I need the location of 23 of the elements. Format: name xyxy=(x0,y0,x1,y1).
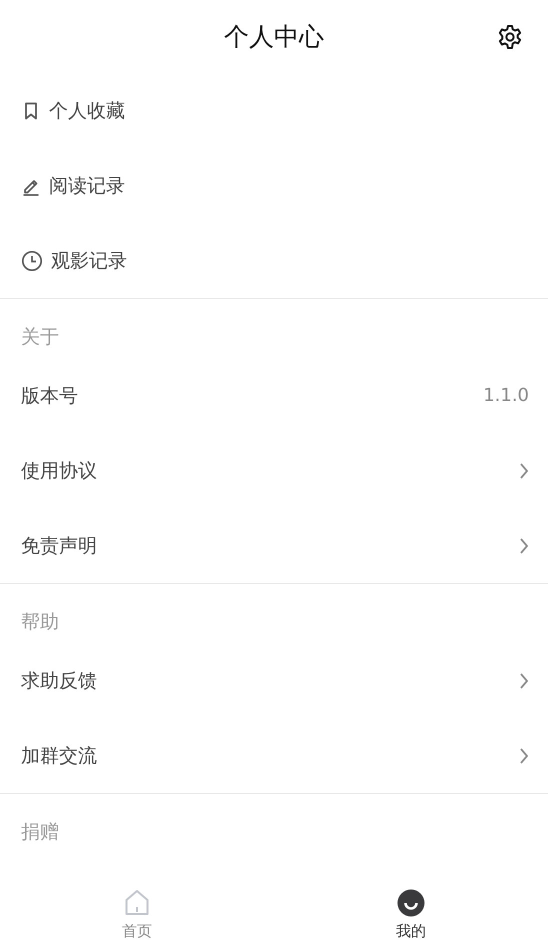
chevron-right-icon xyxy=(519,672,529,690)
settings-item[interactable]: 加群交流 xyxy=(21,718,529,793)
settings-item[interactable]: 版本号 1.1.0 xyxy=(21,358,529,433)
section-title: 帮助 xyxy=(21,610,59,634)
tab-item[interactable]: 首页 xyxy=(0,874,274,946)
page-title: 个人中心 xyxy=(224,21,324,53)
chevron-right-icon xyxy=(519,536,529,554)
settings-icon[interactable] xyxy=(497,24,523,50)
settings-item[interactable]: 免责声明 xyxy=(21,508,529,583)
chevron-right-icon xyxy=(519,462,529,480)
tab-item[interactable]: 我的 xyxy=(274,874,548,946)
menu-item[interactable]: 阅读记录 xyxy=(21,148,529,223)
settings-item[interactable]: 求助反馈 xyxy=(21,643,529,718)
menu-item[interactable]: 个人收藏 xyxy=(21,73,529,148)
clock-icon xyxy=(21,250,43,272)
settings-item[interactable]: 使用协议 xyxy=(21,433,529,508)
home-icon xyxy=(124,889,150,917)
menu-item[interactable]: 观影记录 xyxy=(21,223,529,298)
smiley-icon xyxy=(397,889,425,917)
chevron-right-icon xyxy=(519,746,529,764)
section-title: 关于 xyxy=(21,325,59,349)
section-title: 捐赠 xyxy=(21,820,59,844)
version-number: 1.1.0 xyxy=(483,385,529,406)
